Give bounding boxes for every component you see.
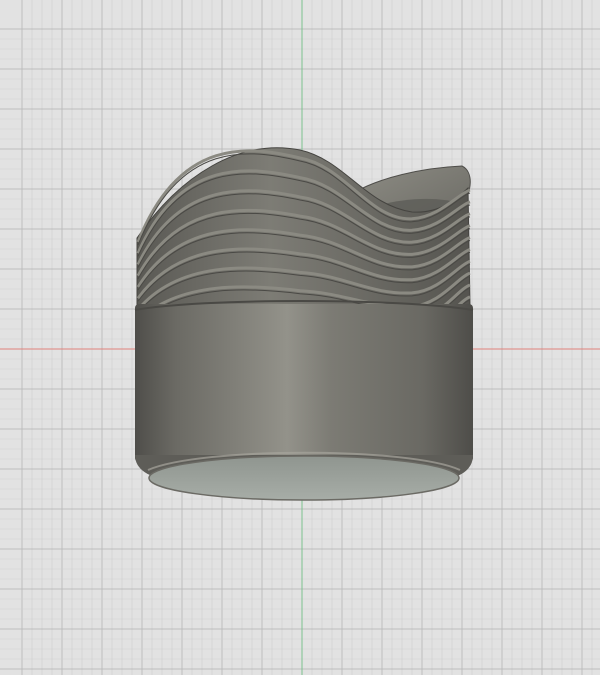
cylinder-body (135, 304, 473, 462)
viewport-canvas[interactable] (0, 0, 600, 675)
3d-viewport[interactable] (0, 0, 600, 675)
base-face (148, 455, 460, 501)
threaded-cap-model[interactable] (134, 147, 474, 501)
